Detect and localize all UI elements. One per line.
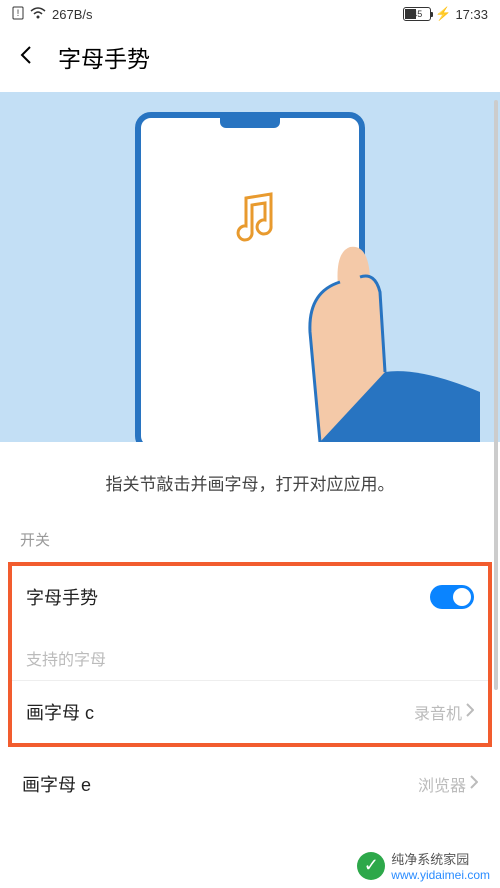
chevron-right-icon: [470, 775, 478, 794]
hero-description: 指关节敲击并画字母，打开对应应用。: [0, 442, 500, 523]
letter-e-label: 画字母 e: [22, 771, 91, 797]
letter-e-value: 浏览器: [418, 772, 466, 796]
scroll-indicator: [494, 100, 498, 690]
highlight-box: 字母手势 支持的字母 画字母 c 录音机: [8, 562, 492, 747]
header: 字母手势: [0, 28, 500, 82]
sim-warning-icon: !: [12, 6, 24, 23]
switch-section-label: 开关: [0, 523, 500, 556]
page-title: 字母手势: [58, 40, 150, 74]
toggle-switch[interactable]: [430, 585, 474, 609]
letter-e-row[interactable]: 画字母 e 浏览器: [0, 753, 500, 815]
back-icon[interactable]: [16, 44, 38, 71]
watermark-label: 纯净系统家园: [391, 849, 490, 868]
network-speed: 267B/s: [52, 7, 92, 22]
letter-c-row[interactable]: 画字母 c 录音机: [12, 681, 488, 743]
battery-icon: 45: [403, 7, 431, 21]
charging-icon: ⚡: [435, 6, 451, 22]
toggle-row-label: 字母手势: [26, 584, 98, 610]
svg-text:!: !: [17, 8, 20, 18]
watermark: ✓ 纯净系统家园 www.yidaimei.com: [357, 849, 490, 882]
status-bar: ! 267B/s 45 ⚡ 17:33: [0, 0, 500, 28]
watermark-host: www.yidaimei.com: [391, 868, 490, 882]
letter-c-label: 画字母 c: [26, 699, 94, 725]
watermark-badge-icon: ✓: [357, 852, 385, 880]
hand-illustration: [220, 192, 480, 442]
clock: 17:33: [455, 7, 488, 22]
chevron-right-icon: [466, 703, 474, 722]
hero-illustration: [0, 92, 500, 442]
toggle-row[interactable]: 字母手势: [12, 566, 488, 628]
wifi-icon: [30, 7, 46, 22]
letter-c-value: 录音机: [414, 700, 462, 724]
supported-letters-label: 支持的字母: [12, 628, 488, 680]
